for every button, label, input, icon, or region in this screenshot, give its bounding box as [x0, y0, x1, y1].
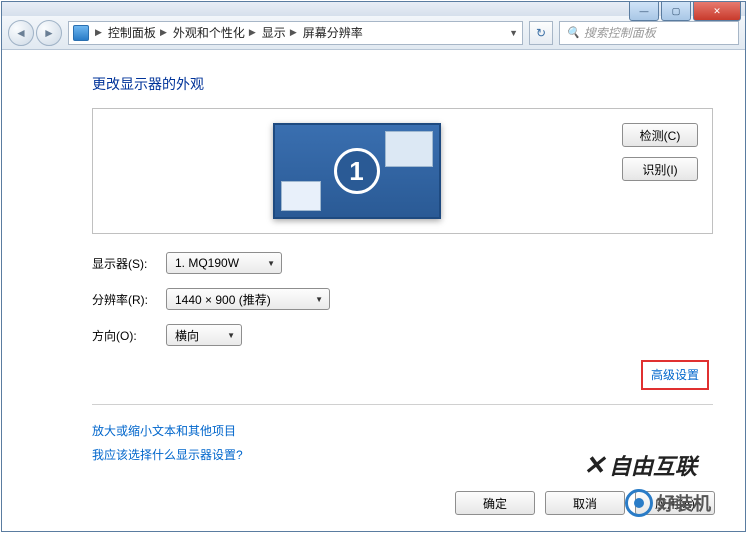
monitor-number-badge: 1 — [334, 148, 380, 194]
close-button[interactable]: ✕ — [693, 1, 741, 21]
preview-center: 1 — [107, 123, 606, 219]
control-panel-window: — ▢ ✕ ◄ ► ▶ 控制面板▶ 外观和个性化▶ 显示▶ 屏幕分辨率 ▼ ↻ … — [1, 1, 746, 532]
resolution-dropdown[interactable]: 1440 × 900 (推荐) ▼ — [166, 288, 330, 310]
separator — [92, 404, 713, 405]
nav-buttons: ◄ ► — [8, 20, 62, 46]
orientation-value: 横向 — [175, 327, 199, 344]
refresh-button[interactable]: ↻ — [529, 21, 553, 45]
detect-button[interactable]: 检测(C) — [622, 123, 698, 147]
breadcrumb-segment[interactable]: 控制面板▶ — [108, 24, 169, 41]
search-placeholder: 搜索控制面板 — [584, 24, 656, 41]
breadcrumb-segment[interactable]: 屏幕分辨率 — [303, 24, 363, 41]
chevron-down-icon: ▼ — [227, 331, 235, 340]
display-row: 显示器(S): 1. MQ190W ▼ — [92, 252, 713, 274]
forward-button[interactable]: ► — [36, 20, 62, 46]
chevron-right-icon: ▶ — [158, 27, 169, 38]
resolution-label: 分辨率(R): — [92, 291, 166, 308]
preview-thumb-right — [385, 131, 433, 167]
titlebar: — ▢ ✕ — [2, 2, 745, 16]
search-icon: 🔍 — [566, 26, 580, 39]
resolution-value: 1440 × 900 (推荐) — [175, 291, 271, 308]
page-title: 更改显示器的外观 — [92, 74, 713, 94]
refresh-icon: ↻ — [536, 26, 546, 40]
display-value: 1. MQ190W — [175, 256, 239, 270]
breadcrumb-segment[interactable]: 外观和个性化▶ — [173, 24, 258, 41]
cancel-button[interactable]: 取消 — [545, 491, 625, 515]
footer-links: 放大或缩小文本和其他项目 我应该选择什么显示器设置? — [92, 419, 713, 467]
orientation-label: 方向(O): — [92, 327, 166, 344]
breadcrumb-segment[interactable]: 显示▶ — [262, 24, 299, 41]
identify-button[interactable]: 识别(I) — [622, 157, 698, 181]
ok-button[interactable]: 确定 — [455, 491, 535, 515]
preview-thumb-left — [281, 181, 321, 211]
content-area: 更改显示器的外观 1 检测(C) 识别(I) 显示器(S): 1. MQ190W… — [2, 50, 745, 467]
window-controls: — ▢ ✕ — [629, 1, 741, 21]
toolbar: ◄ ► ▶ 控制面板▶ 外观和个性化▶ 显示▶ 屏幕分辨率 ▼ ↻ 🔍 搜索控制… — [2, 16, 745, 50]
text-size-link[interactable]: 放大或缩小文本和其他项目 — [92, 424, 236, 438]
preview-buttons: 检测(C) 识别(I) — [622, 123, 698, 181]
back-button[interactable]: ◄ — [8, 20, 34, 46]
back-icon: ◄ — [15, 26, 27, 40]
resolution-row: 分辨率(R): 1440 × 900 (推荐) ▼ — [92, 288, 713, 310]
chevron-right-icon: ▶ — [93, 27, 104, 38]
advanced-settings-link[interactable]: 高级设置 — [651, 368, 699, 382]
address-dropdown-icon[interactable]: ▼ — [509, 28, 518, 38]
address-bar[interactable]: ▶ 控制面板▶ 外观和个性化▶ 显示▶ 屏幕分辨率 ▼ — [68, 21, 523, 45]
chevron-down-icon: ▼ — [267, 259, 275, 268]
chevron-right-icon: ▶ — [288, 27, 299, 38]
chevron-down-icon: ▼ — [315, 295, 323, 304]
dialog-buttons: 确定 取消 应用(A) — [455, 491, 715, 515]
apply-button[interactable]: 应用(A) — [635, 491, 715, 515]
advanced-link-row: 高级设置 — [92, 360, 709, 390]
control-panel-icon — [73, 25, 89, 41]
chevron-right-icon: ▶ — [247, 27, 258, 38]
forward-icon: ► — [43, 26, 55, 40]
orientation-dropdown[interactable]: 横向 ▼ — [166, 324, 242, 346]
minimize-button[interactable]: — — [629, 1, 659, 21]
orientation-row: 方向(O): 横向 ▼ — [92, 324, 713, 346]
advanced-highlight: 高级设置 — [641, 360, 709, 390]
which-settings-link[interactable]: 我应该选择什么显示器设置? — [92, 448, 243, 462]
search-input[interactable]: 🔍 搜索控制面板 — [559, 21, 739, 45]
maximize-button[interactable]: ▢ — [661, 1, 691, 21]
display-preview-box: 1 检测(C) 识别(I) — [92, 108, 713, 234]
display-dropdown[interactable]: 1. MQ190W ▼ — [166, 252, 282, 274]
display-label: 显示器(S): — [92, 255, 166, 272]
monitor-preview[interactable]: 1 — [273, 123, 441, 219]
